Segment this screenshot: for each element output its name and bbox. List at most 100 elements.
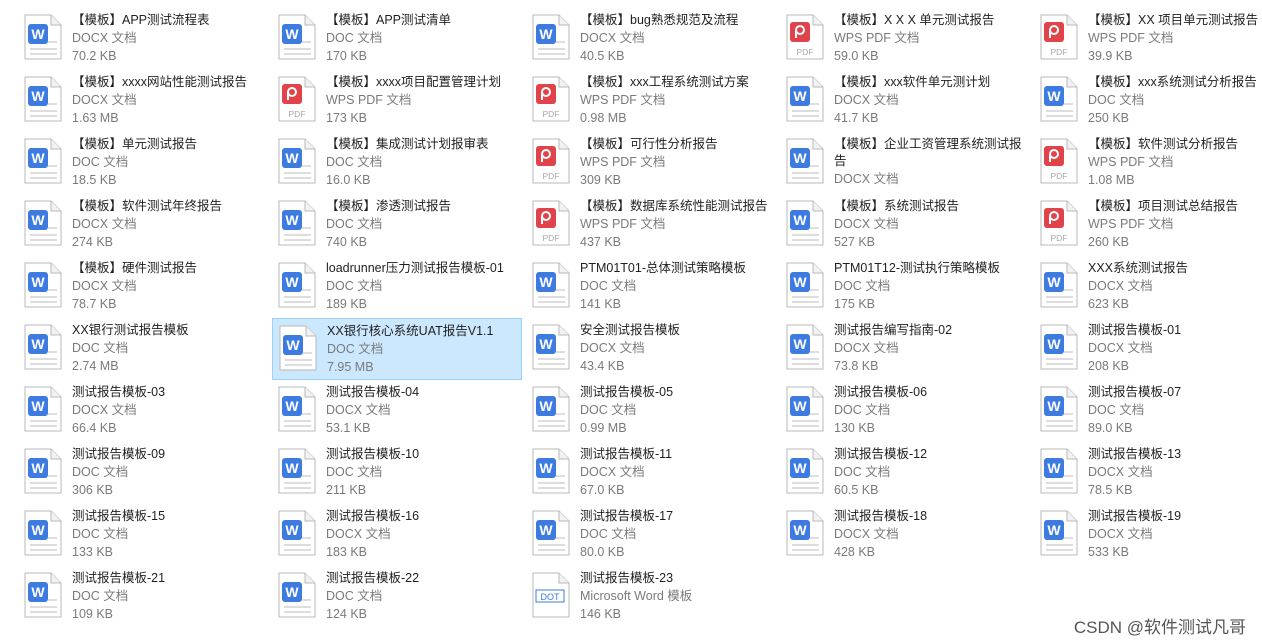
file-item[interactable]: W 【模板】单元测试报告 DOC 文档 18.5 KB <box>18 132 268 194</box>
file-item[interactable]: W 测试报告模板-21 DOC 文档 109 KB <box>18 566 268 628</box>
word-icon: W <box>1040 76 1078 122</box>
file-item[interactable]: PDF 【模板】项目测试总结报告 WPS PDF 文档 260 KB <box>1034 194 1262 256</box>
file-item[interactable]: W 【模板】xxx软件单元测计划 DOCX 文档 41.7 KB <box>780 70 1030 132</box>
file-name: 测试报告模板-19 <box>1088 509 1182 523</box>
svg-text:W: W <box>285 150 299 166</box>
file-size: 250 KB <box>1088 111 1130 125</box>
word-icon: W <box>24 572 62 618</box>
file-type: DOC 文档 <box>1088 93 1145 107</box>
file-item[interactable]: W PTM01T01-总体测试策略模板 DOC 文档 141 KB <box>526 256 776 318</box>
file-item[interactable]: W 测试报告模板-01 DOCX 文档 208 KB <box>1034 318 1262 380</box>
file-item[interactable]: PDF 【模板】XX 项目单元测试报告 WPS PDF 文档 39.9 KB <box>1034 8 1262 70</box>
file-item[interactable]: W 测试报告模板-05 DOC 文档 0.99 MB <box>526 380 776 442</box>
file-item[interactable]: W 【模板】bug熟悉规范及流程 DOCX 文档 40.5 KB <box>526 8 776 70</box>
word-icon: W <box>279 325 317 371</box>
file-type: DOC 文档 <box>72 527 129 541</box>
file-size: 173 KB <box>326 111 368 125</box>
svg-text:W: W <box>539 460 553 476</box>
file-item[interactable]: W 测试报告模板-13 DOCX 文档 78.5 KB <box>1034 442 1262 504</box>
word-icon: W <box>278 14 316 60</box>
file-item[interactable]: W 测试报告模板-22 DOC 文档 124 KB <box>272 566 522 628</box>
file-size: 274 KB <box>72 235 114 249</box>
file-type: WPS PDF 文档 <box>580 155 666 169</box>
file-item[interactable]: W XX银行核心系统UAT报告V1.1 DOC 文档 7.95 MB <box>272 318 522 380</box>
file-item[interactable]: W 测试报告模板-12 DOC 文档 60.5 KB <box>780 442 1030 504</box>
file-item[interactable]: W 测试报告模板-11 DOCX 文档 67.0 KB <box>526 442 776 504</box>
file-item[interactable]: Wloadrunner压力测试报告模板-01 DOC 文档 189 KB <box>272 256 522 318</box>
file-item[interactable]: W 测试报告模板-10 DOC 文档 211 KB <box>272 442 522 504</box>
file-item[interactable]: PDF 【模板】X X X 单元测试报告 WPS PDF 文档 59.0 KB <box>780 8 1030 70</box>
file-item[interactable]: W XXX系统测试报告 DOCX 文档 623 KB <box>1034 256 1262 318</box>
pdf-icon: PDF <box>532 76 570 122</box>
word-icon: W <box>24 510 62 556</box>
file-item[interactable]: W 【模板】硬件测试报告 DOCX 文档 78.7 KB <box>18 256 268 318</box>
file-item[interactable]: W 安全测试报告模板 DOCX 文档 43.4 KB <box>526 318 776 380</box>
file-type: DOC 文档 <box>1088 403 1145 417</box>
svg-text:W: W <box>31 398 45 414</box>
file-size: 130 KB <box>834 421 876 435</box>
file-item[interactable]: W PTM01T12-测试执行策略模板 DOC 文档 175 KB <box>780 256 1030 318</box>
file-item[interactable]: PDF 【模板】xxxx项目配置管理计划 WPS PDF 文档 173 KB <box>272 70 522 132</box>
file-size: 18.5 KB <box>72 173 117 187</box>
svg-text:W: W <box>286 337 300 353</box>
file-name: 测试报告模板-09 <box>72 447 166 461</box>
file-name: 测试报告编写指南-02 <box>834 323 953 337</box>
file-name: XX银行测试报告模板 <box>72 323 189 337</box>
dot-icon: DOT <box>532 572 570 618</box>
svg-text:W: W <box>793 522 807 538</box>
file-item[interactable]: DOT 测试报告模板-23 Microsoft Word 模板 146 KB <box>526 566 776 628</box>
file-item[interactable]: W 【模板】APP测试流程表 DOCX 文档 70.2 KB <box>18 8 268 70</box>
file-name: 测试报告模板-03 <box>72 385 166 399</box>
pdf-icon: PDF <box>1040 200 1078 246</box>
file-item[interactable]: W 【模板】集成测试计划报审表 DOC 文档 16.0 KB <box>272 132 522 194</box>
file-item[interactable]: W 【模板】渗透测试报告 DOC 文档 740 KB <box>272 194 522 256</box>
file-size: 40.5 KB <box>580 49 625 63</box>
svg-text:W: W <box>285 398 299 414</box>
file-item[interactable]: W 【模板】xxx系统测试分析报告 DOC 文档 250 KB <box>1034 70 1262 132</box>
svg-text:PDF: PDF <box>1051 171 1068 181</box>
svg-text:W: W <box>539 336 553 352</box>
file-size: 66.4 KB <box>72 421 117 435</box>
word-icon: W <box>278 448 316 494</box>
file-size: 2.74 MB <box>72 359 119 373</box>
file-item[interactable]: W 【模板】系统测试报告 DOCX 文档 527 KB <box>780 194 1030 256</box>
file-item[interactable]: W 测试报告模板-09 DOC 文档 306 KB <box>18 442 268 504</box>
file-size: 527 KB <box>834 235 876 249</box>
word-icon: W <box>786 386 824 432</box>
file-item[interactable]: W 测试报告模板-16 DOCX 文档 183 KB <box>272 504 522 566</box>
file-item[interactable]: PDF 【模板】xxx工程系统测试方案 WPS PDF 文档 0.98 MB <box>526 70 776 132</box>
file-item[interactable]: W XX银行测试报告模板 DOC 文档 2.74 MB <box>18 318 268 380</box>
file-type: DOC 文档 <box>834 403 891 417</box>
svg-text:W: W <box>285 522 299 538</box>
file-item[interactable]: W 【模板】软件测试年终报告 DOCX 文档 274 KB <box>18 194 268 256</box>
file-item[interactable]: PDF 【模板】可行性分析报告 WPS PDF 文档 309 KB <box>526 132 776 194</box>
file-item[interactable]: W 测试报告模板-18 DOCX 文档 428 KB <box>780 504 1030 566</box>
file-item[interactable]: W 【模板】xxxx网站性能测试报告 DOCX 文档 1.63 MB <box>18 70 268 132</box>
file-item[interactable]: W 【模板】APP测试清单 DOC 文档 170 KB <box>272 8 522 70</box>
file-name: 【模板】xxx工程系统测试方案 <box>580 75 749 89</box>
file-type: DOCX 文档 <box>834 93 899 107</box>
file-item[interactable]: W 测试报告编写指南-02 DOCX 文档 73.8 KB <box>780 318 1030 380</box>
file-size: 309 KB <box>580 173 622 187</box>
file-item[interactable]: W 【模板】企业工资管理系统测试报告 DOCX 文档 <box>780 132 1030 194</box>
file-size: 7.95 MB <box>327 360 374 374</box>
file-item[interactable]: PDF 【模板】软件测试分析报告 WPS PDF 文档 1.08 MB <box>1034 132 1262 194</box>
file-item[interactable]: W 测试报告模板-15 DOC 文档 133 KB <box>18 504 268 566</box>
file-item[interactable]: W 测试报告模板-03 DOCX 文档 66.4 KB <box>18 380 268 442</box>
word-icon: W <box>1040 324 1078 370</box>
file-size: 533 KB <box>1088 545 1130 559</box>
file-name: 测试报告模板-07 <box>1088 385 1182 399</box>
file-item[interactable]: W 测试报告模板-17 DOC 文档 80.0 KB <box>526 504 776 566</box>
file-item[interactable]: PDF 【模板】数据库系统性能测试报告 WPS PDF 文档 437 KB <box>526 194 776 256</box>
file-name: 测试报告模板-01 <box>1088 323 1182 337</box>
word-icon: W <box>24 324 62 370</box>
file-item[interactable]: W 测试报告模板-07 DOC 文档 89.0 KB <box>1034 380 1262 442</box>
file-item[interactable]: W 测试报告模板-19 DOCX 文档 533 KB <box>1034 504 1262 566</box>
file-name: 测试报告模板-22 <box>326 571 420 585</box>
file-type: DOCX 文档 <box>580 465 645 479</box>
word-icon: W <box>786 76 824 122</box>
file-item[interactable]: W 测试报告模板-06 DOC 文档 130 KB <box>780 380 1030 442</box>
svg-text:W: W <box>793 336 807 352</box>
file-item[interactable]: W 测试报告模板-04 DOCX 文档 53.1 KB <box>272 380 522 442</box>
file-size: 80.0 KB <box>580 545 625 559</box>
